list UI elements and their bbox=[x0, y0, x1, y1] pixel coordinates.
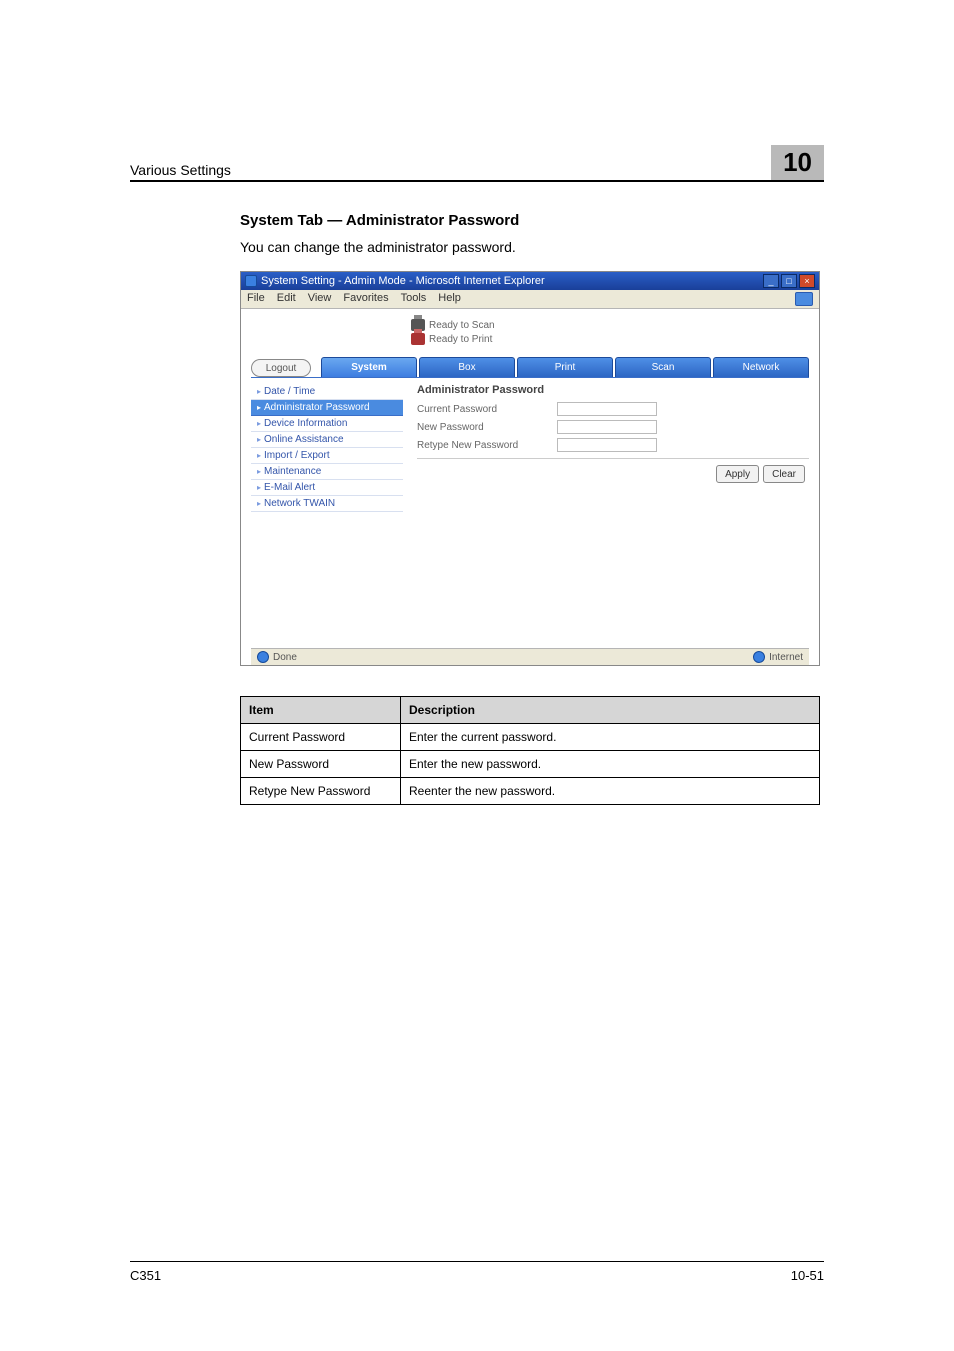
tab-scan[interactable]: Scan bbox=[615, 357, 711, 377]
input-new-password[interactable] bbox=[557, 420, 657, 434]
menu-tools[interactable]: Tools bbox=[401, 292, 427, 306]
table-cell-desc: Reenter the new password. bbox=[401, 778, 820, 805]
table-header-description: Description bbox=[401, 697, 820, 724]
status-done: Done bbox=[273, 652, 297, 663]
menu-view[interactable]: View bbox=[308, 292, 332, 306]
printer-icon bbox=[411, 333, 425, 345]
table-row: New Password Enter the new password. bbox=[241, 751, 820, 778]
browser-statusbar: Done Internet bbox=[251, 648, 809, 665]
section-heading: System Tab — Administrator Password bbox=[240, 212, 824, 229]
status-scan: Ready to Scan bbox=[411, 319, 809, 331]
window-close-button[interactable]: × bbox=[799, 274, 815, 288]
page-header: Various Settings 10 bbox=[130, 145, 824, 182]
internet-zone-icon bbox=[753, 651, 765, 663]
table-row: Current Password Enter the current passw… bbox=[241, 724, 820, 751]
apply-button[interactable]: Apply bbox=[716, 465, 759, 483]
clear-button[interactable]: Clear bbox=[763, 465, 805, 483]
page-footer: C351 10-51 bbox=[130, 1261, 824, 1283]
footer-left: C351 bbox=[130, 1268, 161, 1283]
menu-help[interactable]: Help bbox=[438, 292, 461, 306]
menu-edit[interactable]: Edit bbox=[277, 292, 296, 306]
sidebar-item-maintenance[interactable]: Maintenance bbox=[251, 464, 403, 480]
ie-logo-icon bbox=[795, 292, 813, 306]
tab-box[interactable]: Box bbox=[419, 357, 515, 377]
section-intro: You can change the administrator passwor… bbox=[240, 239, 824, 255]
label-current-password: Current Password bbox=[417, 404, 557, 415]
panel-title: Administrator Password bbox=[417, 384, 809, 396]
tab-print[interactable]: Print bbox=[517, 357, 613, 377]
label-retype-password: Retype New Password bbox=[417, 440, 557, 451]
window-maximize-button[interactable]: □ bbox=[781, 274, 797, 288]
sidebar-item-online-assist[interactable]: Online Assistance bbox=[251, 432, 403, 448]
table-cell-item: Retype New Password bbox=[241, 778, 401, 805]
chapter-number: 10 bbox=[771, 145, 824, 180]
menu-file[interactable]: File bbox=[247, 292, 265, 306]
page-icon bbox=[257, 651, 269, 663]
table-header-item: Item bbox=[241, 697, 401, 724]
sidebar-item-date-time[interactable]: Date / Time bbox=[251, 384, 403, 400]
status-print-label: Ready to Print bbox=[429, 334, 492, 345]
status-scan-label: Ready to Scan bbox=[429, 320, 495, 331]
menu-favorites[interactable]: Favorites bbox=[343, 292, 388, 306]
sidebar-item-admin-password[interactable]: Administrator Password bbox=[251, 400, 403, 416]
screenshot-window: System Setting - Admin Mode - Microsoft … bbox=[240, 271, 820, 666]
tab-network[interactable]: Network bbox=[713, 357, 809, 377]
status-zone: Internet bbox=[769, 652, 803, 663]
label-new-password: New Password bbox=[417, 422, 557, 433]
tab-system[interactable]: System bbox=[321, 357, 417, 377]
input-retype-password[interactable] bbox=[557, 438, 657, 452]
menubar: File Edit View Favorites Tools Help bbox=[241, 290, 819, 309]
ie-icon bbox=[245, 275, 257, 287]
titlebar: System Setting - Admin Mode - Microsoft … bbox=[241, 272, 819, 290]
logout-button[interactable]: Logout bbox=[251, 359, 311, 377]
window-title: System Setting - Admin Mode - Microsoft … bbox=[261, 275, 545, 287]
footer-right: 10-51 bbox=[791, 1268, 824, 1283]
sidebar-item-import-export[interactable]: Import / Export bbox=[251, 448, 403, 464]
sidebar-item-email-alert[interactable]: E-Mail Alert bbox=[251, 480, 403, 496]
table-cell-item: New Password bbox=[241, 751, 401, 778]
divider bbox=[417, 458, 809, 459]
header-title: Various Settings bbox=[130, 162, 231, 178]
table-row: Retype New Password Reenter the new pass… bbox=[241, 778, 820, 805]
table-cell-desc: Enter the new password. bbox=[401, 751, 820, 778]
input-current-password[interactable] bbox=[557, 402, 657, 416]
status-print: Ready to Print bbox=[411, 333, 809, 345]
description-table: Item Description Current Password Enter … bbox=[240, 696, 820, 805]
sidebar-item-device-info[interactable]: Device Information bbox=[251, 416, 403, 432]
table-cell-item: Current Password bbox=[241, 724, 401, 751]
table-cell-desc: Enter the current password. bbox=[401, 724, 820, 751]
sidebar-item-network-twain[interactable]: Network TWAIN bbox=[251, 496, 403, 512]
window-minimize-button[interactable]: _ bbox=[763, 274, 779, 288]
